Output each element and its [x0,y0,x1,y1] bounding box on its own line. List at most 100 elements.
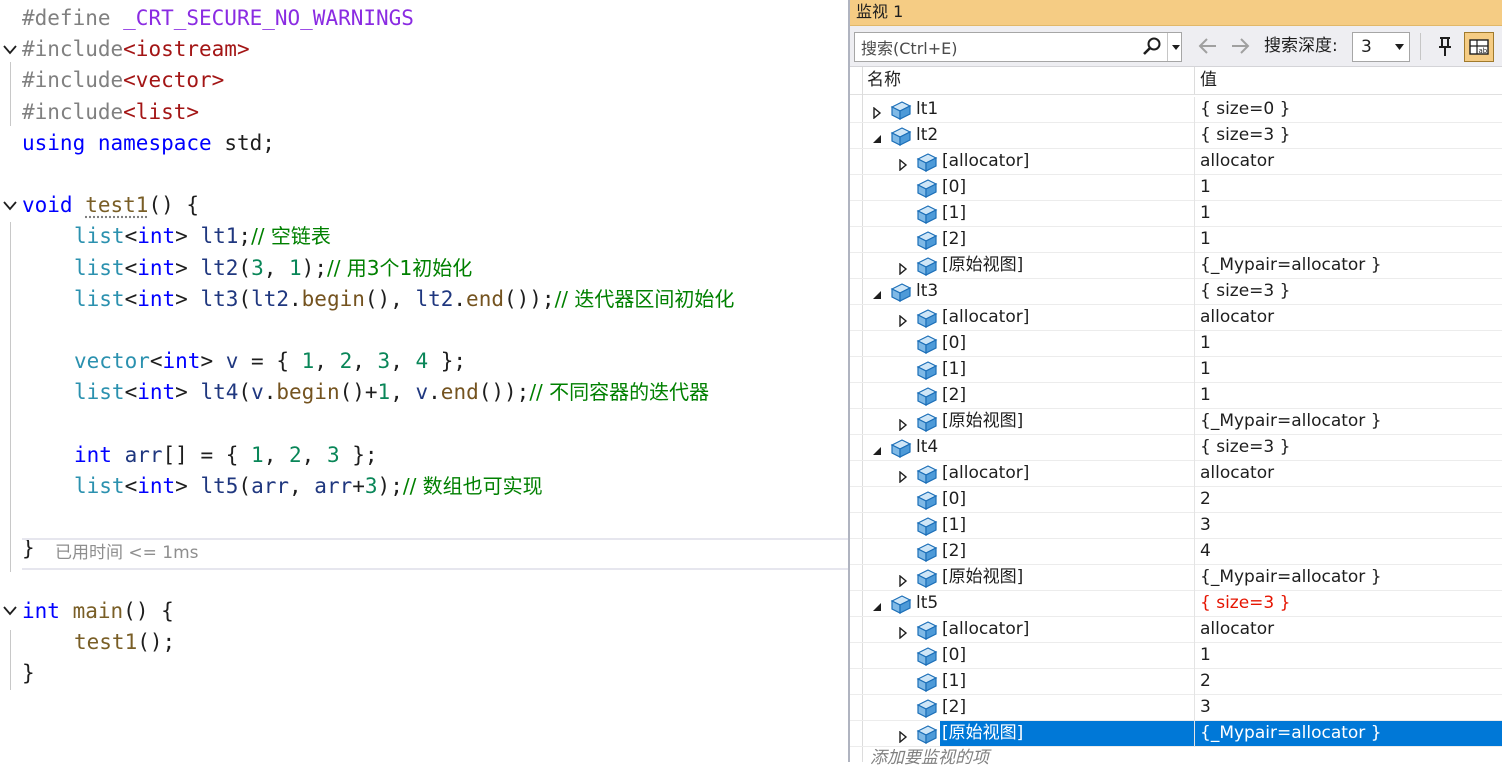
watch-row-value[interactable]: allocator [1200,305,1274,330]
collapsed-arrow-icon[interactable] [898,728,908,744]
code-line[interactable]: #define _CRT_SECURE_NO_WARNINGS [0,3,848,34]
watch-row[interactable]: [1] 3 [850,513,1502,539]
watch-row[interactable]: [0] 1 [850,643,1502,669]
watch-row-value[interactable]: allocator [1200,149,1274,174]
code-line[interactable] [0,315,848,346]
watch-row[interactable]: [原始视图] {_Mypair=allocator } [850,409,1502,435]
code-line[interactable]: vector<int> v = { 1, 2, 3, 4 }; [0,346,848,377]
watch-row-value[interactable]: {_Mypair=allocator } [1200,721,1382,746]
watch-row-value[interactable]: {_Mypair=allocator } [1200,253,1382,278]
watch-row[interactable]: [原始视图] {_Mypair=allocator } [850,253,1502,279]
code-line[interactable]: int main() { [0,596,848,627]
watch-row-value[interactable]: 1 [1200,357,1211,382]
watch-row-value[interactable]: 1 [1200,643,1211,668]
collapsed-arrow-icon[interactable] [898,624,908,640]
code-line[interactable] [0,409,848,440]
collapsed-arrow-icon[interactable] [898,156,908,172]
code-line[interactable]: using namespace std; [0,128,848,159]
watch-row[interactable]: [1] 2 [850,669,1502,695]
watch-row-value[interactable]: { size=3 } [1200,435,1290,460]
watch-row[interactable]: [2] 1 [850,383,1502,409]
add-watch-item[interactable]: 添加要监视的项 [870,745,989,771]
collapsed-arrow-icon[interactable] [898,312,908,328]
search-options-dropdown[interactable] [1167,33,1184,61]
watch-row-value[interactable]: { size=3 } [1200,279,1290,304]
expanded-arrow-icon[interactable] [872,442,882,455]
watch-row-value[interactable]: { size=3 } [1200,123,1290,148]
watch-row[interactable]: [2] 1 [850,227,1502,253]
fold-toggle-icon[interactable] [2,190,18,221]
watch-row-value[interactable]: allocator [1200,617,1274,642]
watch-row[interactable]: [2] 4 [850,539,1502,565]
watch-row[interactable]: [2] 3 [850,695,1502,721]
watch-row-value[interactable]: 1 [1200,331,1211,356]
watch-row-value[interactable]: 4 [1200,539,1211,564]
watch-row[interactable]: [0] 1 [850,331,1502,357]
fold-toggle-icon[interactable] [2,34,18,65]
code-line[interactable]: int arr[] = { 1, 2, 3 }; [0,440,848,471]
code-line[interactable]: #include<vector> [0,65,848,96]
watch-window-title[interactable]: 监视 1 [850,0,1502,26]
watch-row[interactable]: lt1 { size=0 } [850,97,1502,123]
watch-row[interactable]: [原始视图] {_Mypair=allocator } [850,565,1502,591]
watch-row-value[interactable]: 1 [1200,383,1211,408]
collapsed-arrow-icon[interactable] [872,104,882,120]
collapsed-arrow-icon[interactable] [898,572,908,588]
watch-row[interactable]: [allocator] allocator [850,149,1502,175]
code-line[interactable]: #include<iostream> [0,34,848,65]
code-line[interactable]: list<int> lt1;// 空链表 [0,221,848,252]
column-header-name[interactable]: 名称 [867,67,901,94]
code-line[interactable]: void test1() { [0,190,848,221]
watch-row-value[interactable]: allocator [1200,461,1274,486]
watch-row-value[interactable]: { size=0 } [1200,97,1290,122]
watch-row[interactable]: [allocator] allocator [850,305,1502,331]
watch-row-value[interactable]: 3 [1200,513,1211,538]
watch-row[interactable]: lt4 { size=3 } [850,435,1502,461]
watch-row[interactable]: lt2 { size=3 } [850,123,1502,149]
watch-row[interactable]: [allocator] allocator [850,461,1502,487]
view-as-hex-button[interactable]: ab [1464,32,1494,62]
expanded-arrow-icon[interactable] [872,286,882,299]
code-line[interactable]: list<int> lt3(lt2.begin(), lt2.end());//… [0,284,848,315]
arrow-left-icon[interactable] [1196,36,1218,56]
code-line[interactable] [0,502,848,533]
watch-row-value[interactable]: 1 [1200,175,1211,200]
column-header-value[interactable]: 值 [1200,67,1217,94]
watch-row[interactable]: lt3 { size=3 } [850,279,1502,305]
watch-row-value[interactable]: {_Mypair=allocator } [1200,565,1382,590]
watch-row[interactable]: lt5 { size=3 } [850,591,1502,617]
watch-row[interactable]: [allocator] allocator [850,617,1502,643]
code-line[interactable]: } [0,658,848,689]
code-line[interactable] [0,159,848,190]
watch-row-value[interactable]: {_Mypair=allocator } [1200,409,1382,434]
watch-row-value[interactable]: { size=3 } [1200,591,1290,616]
watch-row[interactable]: [0] 1 [850,175,1502,201]
arrow-right-icon[interactable] [1230,36,1252,56]
watch-row-value[interactable]: 1 [1200,227,1211,252]
code-line[interactable]: test1(); [0,627,848,658]
watch-row-value[interactable]: 3 [1200,695,1211,720]
watch-row-value[interactable]: 2 [1200,669,1211,694]
collapsed-arrow-icon[interactable] [898,260,908,276]
expanded-arrow-icon[interactable] [872,130,882,143]
search-icon[interactable] [1141,36,1163,58]
code-line[interactable]: #include<list> [0,97,848,128]
watch-row-value[interactable]: 1 [1200,201,1211,226]
column-divider[interactable] [1194,67,1195,94]
pin-button[interactable] [1430,32,1460,62]
collapsed-arrow-icon[interactable] [898,468,908,484]
expanded-arrow-icon[interactable] [872,598,882,611]
search-input[interactable] [855,33,1143,63]
search-depth-select[interactable]: 3 [1352,32,1410,62]
code-line[interactable]: list<int> lt4(v.begin()+1, v.end());// 不… [0,377,848,408]
watch-row[interactable]: [1] 1 [850,357,1502,383]
collapsed-arrow-icon[interactable] [898,416,908,432]
code-editor[interactable]: #define _CRT_SECURE_NO_WARNINGS #include<… [0,0,848,762]
watch-row-value[interactable]: 2 [1200,487,1211,512]
code-line[interactable]: list<int> lt5(arr, arr+3);// 数组也可实现 [0,471,848,502]
watch-row[interactable]: [0] 2 [850,487,1502,513]
code-line[interactable]: list<int> lt2(3, 1);// 用3个1初始化 [0,253,848,284]
watch-row[interactable]: [原始视图] {_Mypair=allocator } [850,721,1502,747]
watch-row[interactable]: [1] 1 [850,201,1502,227]
fold-toggle-icon[interactable] [2,596,18,627]
